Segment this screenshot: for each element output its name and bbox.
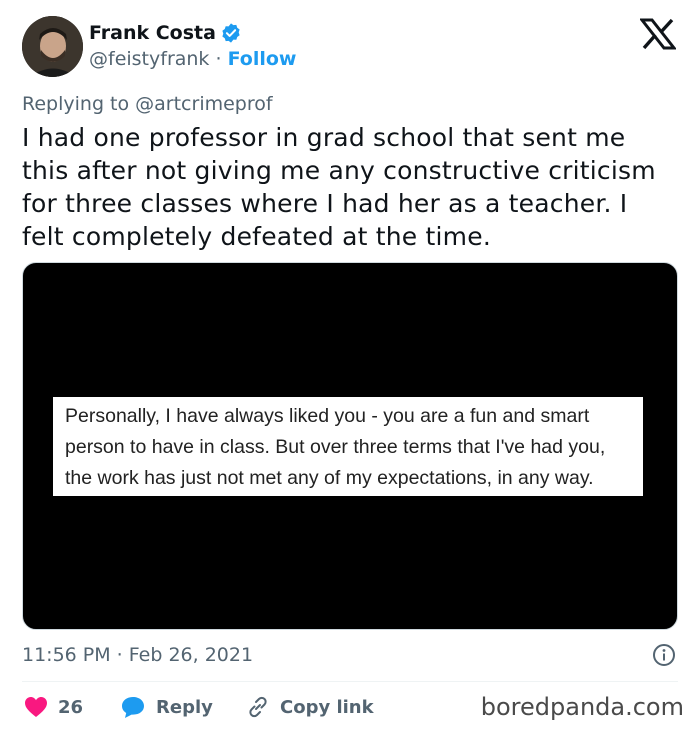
tweet-line: I had one professor in grad school that … xyxy=(22,123,626,152)
quoted-message-line: person to have in class. But over three … xyxy=(65,436,606,458)
info-icon[interactable] xyxy=(652,643,676,667)
like-count: 26 xyxy=(58,696,84,718)
quoted-message-line: the work has just not met any of my expe… xyxy=(65,467,594,489)
author-handle-row: @feistyfrank · Follow xyxy=(89,48,297,70)
divider xyxy=(22,681,678,682)
tweet-text: I had one professor in grad school that … xyxy=(22,121,682,253)
author-handle[interactable]: @feistyfrank xyxy=(89,48,209,70)
replying-to-label[interactable]: Replying to @artcrimeprof xyxy=(22,93,273,115)
like-button[interactable]: 26 xyxy=(24,694,83,720)
tweet-timestamp[interactable]: 11:56 PM · Feb 26, 2021 xyxy=(22,644,253,666)
heart-icon xyxy=(25,697,47,717)
copy-link-button[interactable]: Copy link xyxy=(246,694,374,720)
handle-separator: · xyxy=(215,48,222,70)
author-name[interactable]: Frank Costa xyxy=(89,22,216,44)
tweet-line: felt completely defeated at the time. xyxy=(22,222,491,251)
verified-badge-icon xyxy=(222,23,240,43)
tweet-line: this after not giving me any constructiv… xyxy=(22,156,656,185)
avatar-photo xyxy=(22,16,83,77)
reply-button[interactable]: Reply xyxy=(120,694,213,720)
watermark: boredpanda.com xyxy=(480,693,684,721)
quoted-message-line: Personally, I have always liked you - yo… xyxy=(65,405,590,427)
reply-label: Reply xyxy=(156,696,213,718)
quoted-message-box: Personally, I have always liked you - yo… xyxy=(53,397,643,496)
reply-bubble-icon xyxy=(122,697,144,718)
link-icon xyxy=(249,696,267,718)
tweet-line: for three classes where I had her as a t… xyxy=(22,189,628,218)
avatar[interactable] xyxy=(22,16,83,77)
copy-link-label: Copy link xyxy=(280,696,374,718)
x-logo-icon[interactable] xyxy=(640,18,676,50)
tweet-media-image[interactable]: Personally, I have always liked you - yo… xyxy=(22,262,678,630)
follow-button[interactable]: Follow xyxy=(228,48,297,70)
